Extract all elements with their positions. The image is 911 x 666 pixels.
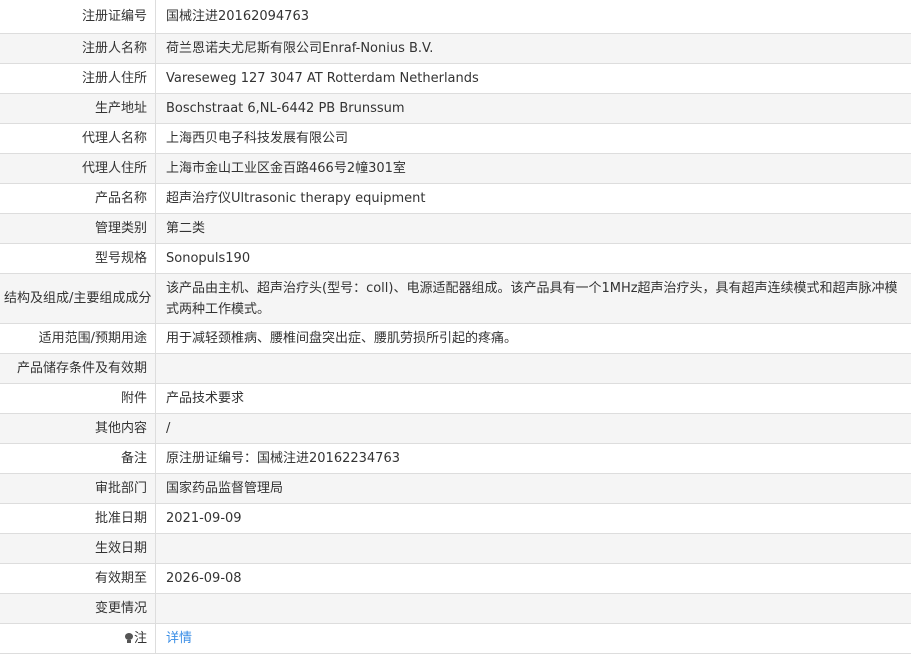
field-label: 生效日期: [0, 533, 156, 564]
field-value: /: [155, 413, 911, 444]
note-label-cell: 注: [0, 623, 156, 654]
field-label: 审批部门: [0, 473, 156, 504]
field-value: 国家药品监督管理局: [155, 473, 911, 504]
row-registrant-name: 注册人名称 荷兰恩诺夫尤尼斯有限公司Enraf-Nonius B.V.: [0, 33, 911, 64]
field-label: 注册证编号: [0, 0, 156, 34]
row-approval-date: 批准日期 2021-09-09: [0, 503, 911, 534]
field-value: [155, 353, 911, 384]
field-value: 产品技术要求: [155, 383, 911, 414]
field-value: 2021-09-09: [155, 503, 911, 534]
field-value: Sonopuls190: [155, 243, 911, 274]
row-storage-conditions: 产品储存条件及有效期: [0, 353, 911, 384]
row-agent-name: 代理人名称 上海西贝电子科技发展有限公司: [0, 123, 911, 154]
field-value: 超声治疗仪Ultrasonic therapy equipment: [155, 183, 911, 214]
field-value: Vareseweg 127 3047 AT Rotterdam Netherla…: [155, 63, 911, 94]
note-value-cell: 详情: [155, 623, 911, 654]
field-value: 原注册证编号：国械注进20162234763: [155, 443, 911, 474]
field-value: [155, 593, 911, 624]
row-registrant-address: 注册人住所 Vareseweg 127 3047 AT Rotterdam Ne…: [0, 63, 911, 94]
field-label: 备注: [0, 443, 156, 474]
row-effective-date: 生效日期: [0, 533, 911, 564]
field-label: 适用范围/预期用途: [0, 323, 156, 354]
field-label: 产品储存条件及有效期: [0, 353, 156, 384]
field-label: 注册人名称: [0, 33, 156, 64]
field-label: 管理类别: [0, 213, 156, 244]
field-label: 生产地址: [0, 93, 156, 124]
row-approval-department: 审批部门 国家药品监督管理局: [0, 473, 911, 504]
row-model-spec: 型号规格 Sonopuls190: [0, 243, 911, 274]
field-value: Boschstraat 6,NL-6442 PB Brunssum: [155, 93, 911, 124]
row-other-content: 其他内容 /: [0, 413, 911, 444]
field-label: 附件: [0, 383, 156, 414]
field-label: 注册人住所: [0, 63, 156, 94]
row-attachment: 附件 产品技术要求: [0, 383, 911, 414]
row-remarks: 备注 原注册证编号：国械注进20162234763: [0, 443, 911, 474]
field-value: 国械注进20162094763: [155, 0, 911, 34]
field-value: [155, 533, 911, 564]
field-value: 上海西贝电子科技发展有限公司: [155, 123, 911, 154]
row-intended-use: 适用范围/预期用途 用于减轻颈椎病、腰椎间盘突出症、腰肌劳损所引起的疼痛。: [0, 323, 911, 354]
field-label: 型号规格: [0, 243, 156, 274]
field-label: 有效期至: [0, 563, 156, 594]
field-label: 结构及组成/主要组成成分: [0, 273, 156, 324]
row-valid-until: 有效期至 2026-09-08: [0, 563, 911, 594]
field-label: 代理人名称: [0, 123, 156, 154]
row-structure-composition: 结构及组成/主要组成成分 该产品由主机、超声治疗头(型号：coll)、电源适配器…: [0, 273, 911, 324]
row-change-history: 变更情况: [0, 593, 911, 624]
field-label: 其他内容: [0, 413, 156, 444]
field-value: 2026-09-08: [155, 563, 911, 594]
registration-detail-table: 注册证编号 国械注进20162094763 注册人名称 荷兰恩诺夫尤尼斯有限公司…: [0, 0, 911, 654]
field-value: 上海市金山工业区金百路466号2幢301室: [155, 153, 911, 184]
row-agent-address: 代理人住所 上海市金山工业区金百路466号2幢301室: [0, 153, 911, 184]
row-product-name: 产品名称 超声治疗仪Ultrasonic therapy equipment: [0, 183, 911, 214]
bulb-icon: [124, 632, 133, 643]
details-link[interactable]: 详情: [166, 631, 192, 646]
row-registration-number: 注册证编号 国械注进20162094763: [0, 0, 911, 34]
field-label: 变更情况: [0, 593, 156, 624]
field-label: 批准日期: [0, 503, 156, 534]
field-label: 产品名称: [0, 183, 156, 214]
field-label: 代理人住所: [0, 153, 156, 184]
row-note: 注 详情: [0, 623, 911, 654]
field-value: 第二类: [155, 213, 911, 244]
field-value: 荷兰恩诺夫尤尼斯有限公司Enraf-Nonius B.V.: [155, 33, 911, 64]
field-value: 该产品由主机、超声治疗头(型号：coll)、电源适配器组成。该产品具有一个1MH…: [155, 273, 911, 324]
field-value: 用于减轻颈椎病、腰椎间盘突出症、腰肌劳损所引起的疼痛。: [155, 323, 911, 354]
row-production-address: 生产地址 Boschstraat 6,NL-6442 PB Brunssum: [0, 93, 911, 124]
row-management-class: 管理类别 第二类: [0, 213, 911, 244]
note-label: 注: [133, 630, 147, 646]
